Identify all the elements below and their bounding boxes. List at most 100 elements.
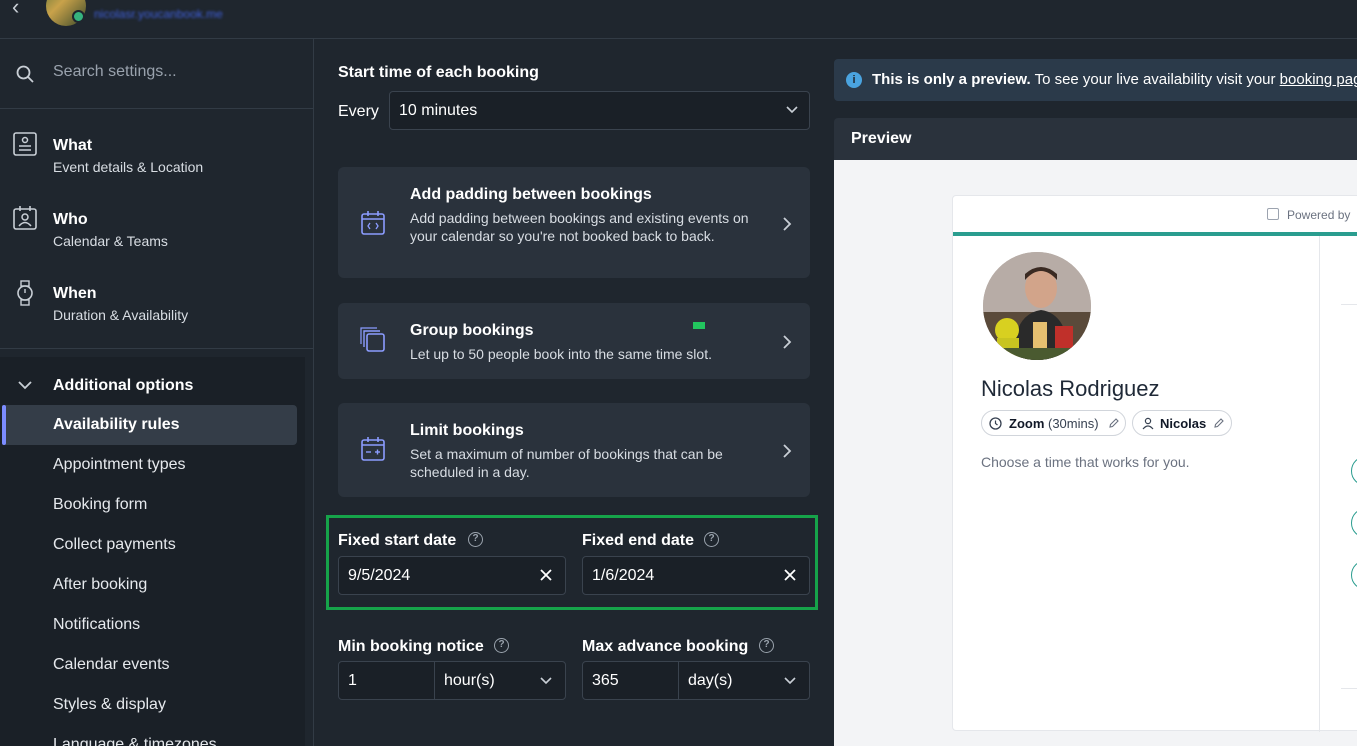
sidebar-item-what[interactable]: What Event details & Location (0, 111, 313, 185)
help-icon[interactable]: ? (704, 532, 719, 547)
every-label: Every (338, 103, 379, 120)
calendar-limit-icon (361, 437, 385, 461)
sidebar-item-calendar-events[interactable]: Calendar events (53, 656, 170, 674)
min-notice-value[interactable]: 1 (348, 672, 357, 690)
booking-page-url: nicolasr.youcanbook.me (94, 7, 223, 21)
sidebar-item-sublabel: Event details & Location (53, 159, 204, 175)
chevron-right-icon (783, 335, 792, 349)
sidebar-item-booking-form[interactable]: Booking form (53, 496, 147, 514)
fixed-start-value: 9/5/2024 (348, 567, 411, 584)
chevron-down-icon (540, 677, 552, 685)
divider (1319, 236, 1320, 732)
preview-body: Powered by Nicolas Rodriguez Zoom (30min… (834, 160, 1357, 746)
chevron-down-icon (786, 106, 798, 114)
host-photo (983, 252, 1091, 360)
time-slot-button[interactable] (1351, 508, 1357, 538)
zoom-duration: (30mins) (1048, 416, 1099, 431)
sidebar-item-collect-payments[interactable]: Collect payments (53, 536, 176, 554)
help-icon[interactable]: ? (494, 638, 509, 653)
fixed-end-value: 1/6/2024 (592, 567, 655, 584)
card-description: Let up to 50 people book into the same t… (410, 346, 712, 362)
watch-icon (17, 280, 33, 306)
info-text: This is only a preview. To see your live… (872, 71, 1357, 88)
sidebar-item-after-booking[interactable]: After booking (53, 576, 147, 594)
max-advance-value[interactable]: 365 (592, 672, 619, 690)
powered-by-icon (1267, 208, 1279, 220)
availability-rules-form: Start time of each booking Every 10 minu… (314, 39, 834, 746)
sidebar-item-label: When (53, 285, 97, 302)
sidebar-item-label: What (53, 137, 93, 154)
group-bookings-card[interactable]: Group bookings Let up to 50 people book … (338, 303, 810, 379)
id-card-icon (13, 132, 37, 156)
sidebar-item-label: Who (53, 211, 88, 228)
sidebar-item-when[interactable]: When Duration & Availability (0, 259, 313, 333)
max-advance-unit[interactable]: day(s) (688, 672, 732, 690)
chevron-down-icon[interactable] (17, 379, 33, 391)
max-advance-field: 365 day(s) (582, 661, 810, 700)
preview-info-banner: i This is only a preview. To see your li… (834, 59, 1357, 101)
calendar-code-icon (361, 211, 385, 235)
stacked-calendars-icon (360, 327, 385, 352)
online-status-dot (72, 10, 85, 23)
preview-title: Preview (851, 130, 912, 147)
help-icon[interactable]: ? (759, 638, 774, 653)
min-notice-unit[interactable]: hour(s) (444, 672, 495, 690)
time-slot-button[interactable] (1351, 456, 1357, 486)
pencil-icon[interactable] (1108, 417, 1120, 429)
person-icon (1142, 417, 1154, 430)
help-icon[interactable]: ? (468, 532, 483, 547)
card-title: Add padding between bookings (410, 186, 652, 203)
interval-value: 10 minutes (399, 102, 478, 119)
divider (1341, 304, 1357, 305)
padding-card[interactable]: Add padding between bookings Add padding… (338, 167, 810, 278)
card-title: Group bookings (410, 322, 534, 339)
search-input[interactable] (53, 63, 293, 81)
sidebar-item-who[interactable]: Who Calendar & Teams (0, 185, 313, 259)
min-notice-field: 1 hour(s) (338, 661, 566, 700)
separator (678, 662, 679, 700)
clock-icon (989, 417, 1002, 430)
location-pill[interactable]: Zoom (30mins) (981, 410, 1126, 436)
max-advance-label: Max advance booking (582, 638, 749, 655)
divider (0, 348, 313, 349)
chevron-right-icon (783, 217, 792, 231)
pencil-icon[interactable] (1213, 417, 1225, 429)
card-description: Add padding between bookings and existin… (410, 210, 749, 244)
top-bar: ‹ nicolasr.youcanbook.me (0, 0, 1357, 39)
sidebar-item-appointment-types[interactable]: Appointment types (53, 456, 186, 474)
start-time-label: Start time of each booking (338, 64, 539, 81)
host-name: Nicolas Rodriguez (981, 376, 1160, 401)
info-icon: i (846, 72, 862, 88)
active-item-indicator (2, 405, 6, 445)
powered-by-text: Powered by (1287, 208, 1351, 222)
search-icon (16, 65, 34, 83)
sidebar-item-sublabel: Calendar & Teams (53, 233, 168, 249)
sidebar-item-styles-display[interactable]: Styles & display (53, 696, 166, 714)
clear-icon[interactable] (539, 568, 553, 582)
interval-select[interactable]: 10 minutes (389, 91, 810, 130)
host-pill[interactable]: Nicolas (1132, 410, 1232, 436)
time-slot-button[interactable] (1351, 560, 1357, 590)
sidebar-item-sublabel: Duration & Availability (53, 307, 189, 323)
clear-icon[interactable] (783, 568, 797, 582)
booking-widget: Powered by Nicolas Rodriguez Zoom (30min… (952, 195, 1357, 732)
additional-options-heading[interactable]: Additional options (53, 377, 193, 395)
separator (434, 662, 435, 700)
accent-bar (953, 232, 1357, 236)
zoom-label: Zoom (1009, 416, 1045, 431)
limit-bookings-card[interactable]: Limit bookings Set a maximum of number o… (338, 403, 810, 497)
sidebar-item-language-timezones[interactable]: Language & timezones (53, 736, 217, 746)
settings-sidebar: What Event details & Location Who Calend… (0, 39, 314, 746)
fixed-start-input[interactable]: 9/5/2024 (338, 556, 566, 595)
min-notice-label: Min booking notice (338, 638, 484, 655)
host-photo-graphic (983, 252, 1091, 360)
fixed-end-input[interactable]: 1/6/2024 (582, 556, 810, 595)
divider (1341, 688, 1357, 689)
chevron-left-icon[interactable]: ‹ (12, 0, 19, 20)
sidebar-item-availability-rules[interactable]: Availability rules (53, 416, 180, 434)
fixed-end-label: Fixed end date (582, 532, 695, 549)
chevron-right-icon (783, 444, 792, 458)
sidebar-item-notifications[interactable]: Notifications (53, 616, 140, 634)
booking-page-link[interactable]: booking page (1280, 71, 1357, 88)
search-bar (0, 39, 313, 109)
